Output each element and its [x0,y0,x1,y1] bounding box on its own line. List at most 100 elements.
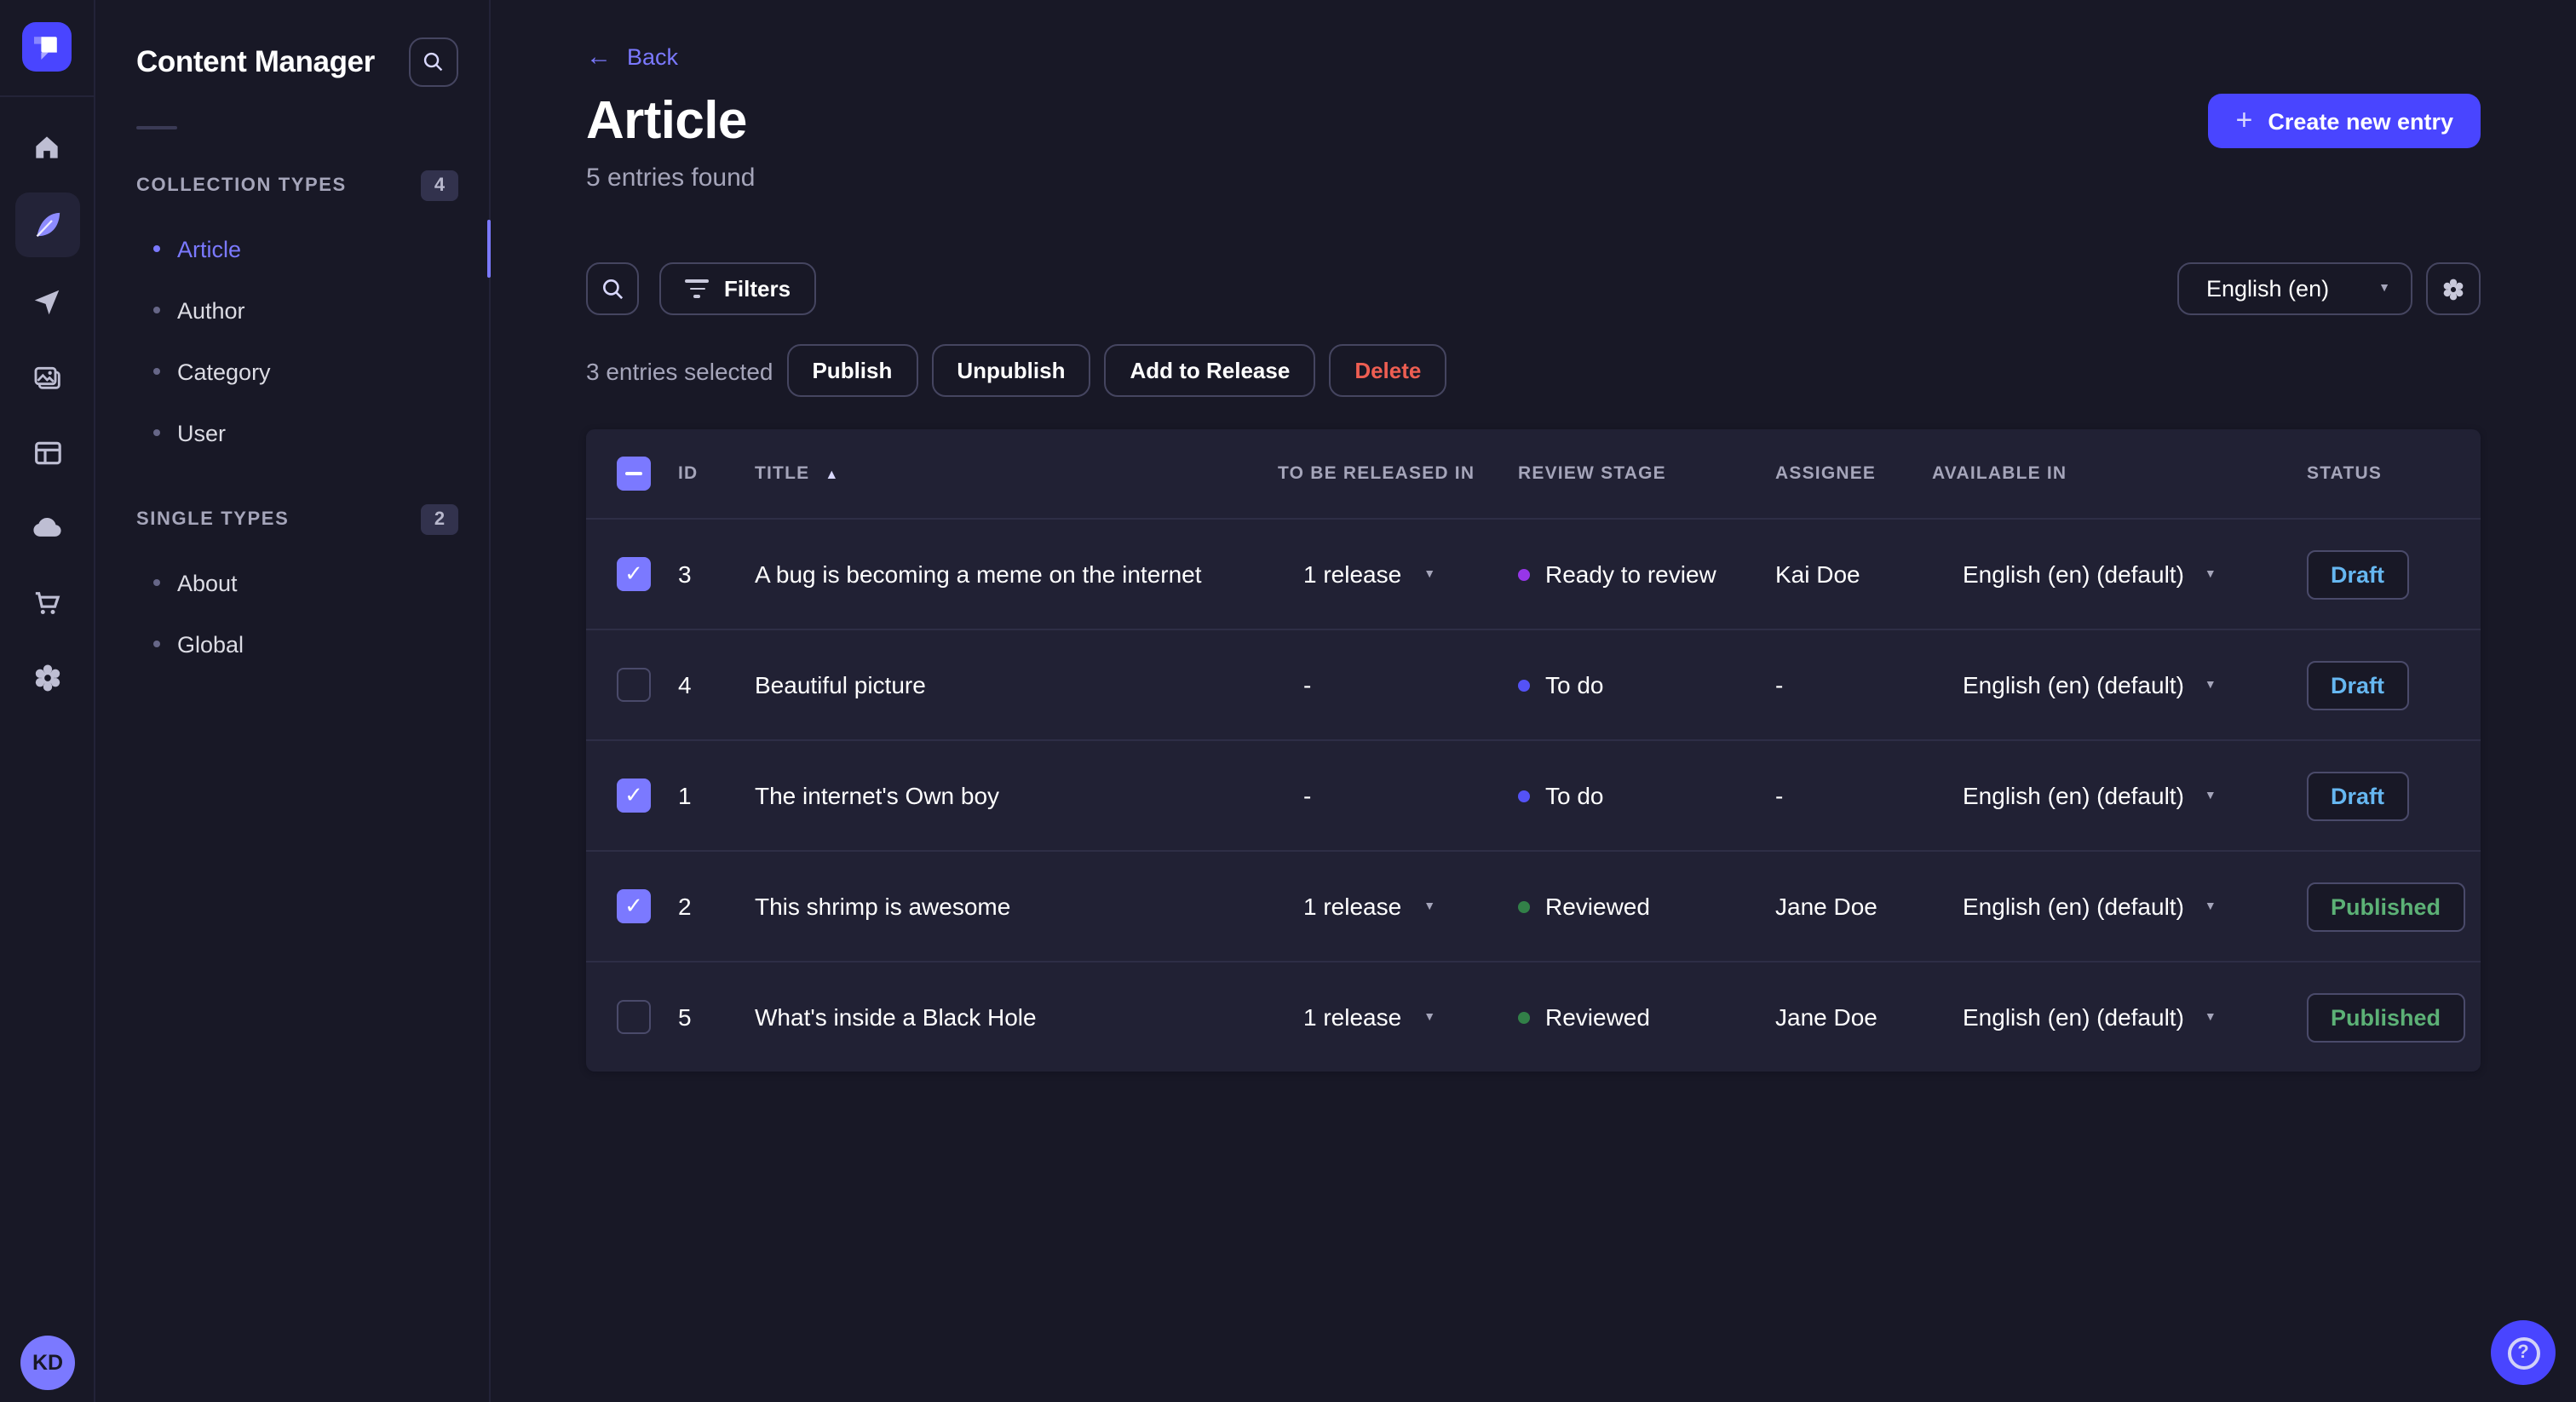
locale-dropdown[interactable]: English (en) (default) ▼ [1932,1003,2280,1031]
search-icon [602,279,623,299]
review-stage-dot-icon [1518,679,1530,691]
table-search-button[interactable] [586,262,639,315]
cell-id: 5 [678,1003,692,1031]
content-type-builder-icon[interactable] [14,422,79,482]
locale-dropdown[interactable]: English (en) (default) ▼ [1932,893,2280,920]
locale-dropdown[interactable]: English (en) (default) ▼ [1932,782,2280,809]
rail-divider [0,95,95,97]
row-checkbox[interactable] [617,557,651,591]
search-icon [423,52,443,72]
bullet-icon [153,245,160,252]
cell-title: Beautiful picture [755,671,926,698]
release-dropdown: - [1278,782,1518,809]
sidebar-item-about[interactable]: About [136,552,458,613]
selection-count: 3 entries selected [586,357,773,384]
publish-button[interactable]: Publish [786,344,918,397]
back-link[interactable]: ← Back [586,44,678,70]
row-checkbox[interactable] [617,779,651,813]
sidebar-item-label: Category [177,359,271,384]
cell-id: 3 [678,560,692,588]
cell-id: 1 [678,782,692,809]
table-row[interactable]: 2 This shrimp is awesome 1 release ▼ Reviewe… [586,850,2481,961]
row-checkbox[interactable] [617,1000,651,1034]
add-to-release-button[interactable]: Add to Release [1104,344,1316,397]
table-row[interactable]: 3 A bug is becoming a meme on the interne… [586,518,2481,629]
panel-sections: COLLECTION TYPES 4 Article Author Category Us… [136,170,491,675]
locale-value: English (en) (default) [1963,671,2184,698]
release-dropdown[interactable]: 1 release ▼ [1278,893,1518,920]
main-content: ← Back Article + Create new entry 5 entr… [491,0,2576,1402]
table-header-row: ID TITLE ▲ TO BE RELEASED IN REVIEW STAG… [586,429,2481,518]
marketplace-cart-icon[interactable] [14,572,79,632]
sidebar-item-label: Author [177,297,245,323]
cloud-icon[interactable] [14,497,79,557]
release-value: - [1303,671,1312,698]
sidebar-item-label: User [177,420,227,445]
home-icon[interactable] [14,118,79,177]
section-header: COLLECTION TYPES 4 [136,170,458,201]
chevron-down-icon: ▼ [2378,283,2390,295]
sidebar-search-button[interactable] [409,37,458,87]
release-dropdown[interactable]: 1 release ▼ [1278,1003,1518,1031]
locale-dropdown[interactable]: English (en) (default) ▼ [1932,560,2280,588]
filters-button[interactable]: Filters [659,262,817,315]
select-all-checkbox[interactable] [617,457,651,491]
delete-button[interactable]: Delete [1329,344,1447,397]
user-avatar[interactable]: KD [20,1336,75,1390]
section-items: Article Author Category User [136,218,491,463]
locale-value: English (en) (default) [1963,560,2184,588]
release-dropdown[interactable]: 1 release ▼ [1278,560,1518,588]
help-button[interactable]: ? [2491,1320,2556,1385]
status-badge: Published [2307,882,2465,931]
plus-icon: + [2235,104,2253,136]
filter-icon [685,279,709,298]
review-stage-label: Ready to review [1545,560,1716,588]
column-header-title[interactable]: TITLE ▲ [755,463,1278,484]
section-label: SINGLE TYPES [136,509,290,530]
chevron-down-icon: ▼ [1423,1011,1436,1023]
back-arrow-icon: ← [586,43,612,72]
status-badge: Draft [2307,771,2409,820]
release-value: - [1303,782,1312,809]
review-stage-cell: Reviewed [1518,893,1775,920]
strapi-logo[interactable] [22,22,72,72]
table-row[interactable]: 4 Beautiful picture - To do - English (en) (d… [586,629,2481,739]
sidebar-item-global[interactable]: Global [136,613,458,675]
feather-icon[interactable] [14,192,79,257]
bullet-icon [153,429,160,436]
release-value: 1 release [1303,560,1402,588]
settings-gear-icon[interactable] [14,647,79,707]
review-stage-dot-icon [1518,900,1530,912]
sidebar-item-author[interactable]: Author [136,279,458,341]
chevron-down-icon: ▼ [2204,568,2217,580]
checkbox-cell [617,1000,678,1034]
cell-assignee: Jane Doe [1775,1003,1877,1031]
table-row[interactable]: 5 What's inside a Black Hole 1 release ▼ Rev… [586,961,2481,1072]
checkbox-cell [617,557,678,591]
checkbox-cell [617,668,678,702]
send-icon[interactable] [14,273,79,332]
cell-assignee: - [1775,671,1784,698]
create-new-entry-button[interactable]: + Create new entry [2208,94,2481,148]
review-stage-label: Reviewed [1545,1003,1650,1031]
review-stage-dot-icon [1518,790,1530,802]
sidebar-item-article[interactable]: Article [136,218,491,279]
view-settings-button[interactable] [2426,262,2481,315]
cell-title: A bug is becoming a meme on the internet [755,560,1202,588]
table-row[interactable]: 1 The internet's Own boy - To do - English (e… [586,739,2481,850]
unpublish-button[interactable]: Unpublish [931,344,1091,397]
release-value: 1 release [1303,1003,1402,1031]
locale-select[interactable]: English (en) ▼ [2177,262,2412,315]
media-library-icon[interactable] [14,348,79,407]
row-checkbox[interactable] [617,668,651,702]
section-header: SINGLE TYPES 2 [136,504,458,535]
bullet-icon [153,307,160,313]
sidebar-item-user[interactable]: User [136,402,458,463]
sidebar-item-category[interactable]: Category [136,341,458,402]
row-checkbox[interactable] [617,889,651,923]
cell-id: 4 [678,671,692,698]
review-stage-cell: To do [1518,671,1775,698]
locale-dropdown[interactable]: English (en) (default) ▼ [1932,671,2280,698]
checkbox-cell [617,889,678,923]
chevron-down-icon: ▼ [1423,568,1436,580]
